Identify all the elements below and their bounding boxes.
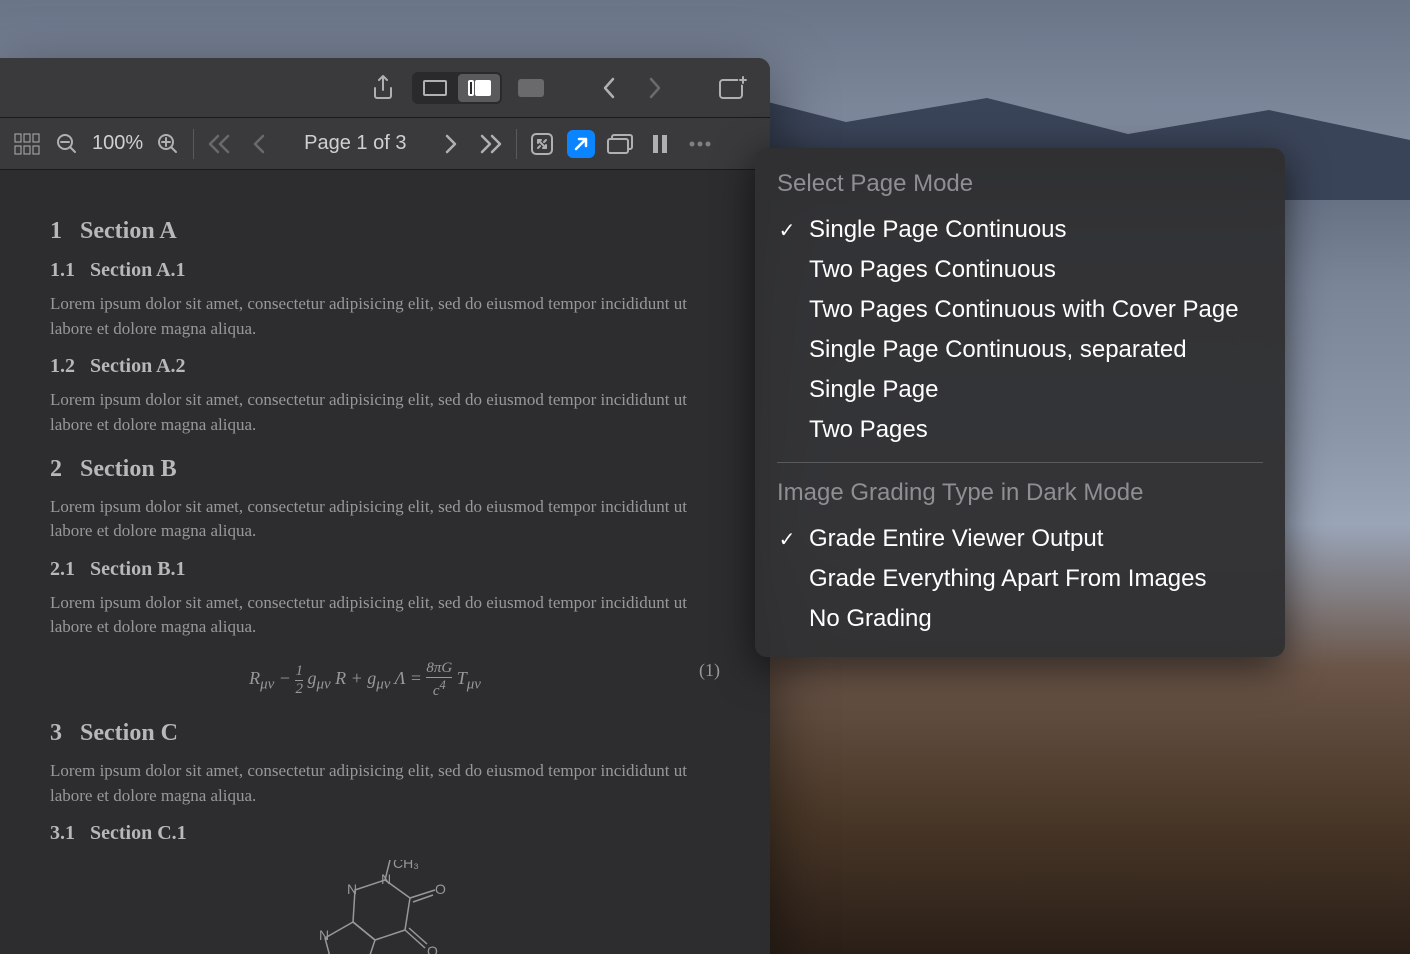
menu-section-header: Select Page Mode bbox=[755, 166, 1285, 210]
menu-item-two-pages[interactable]: Two Pages bbox=[755, 410, 1285, 450]
zoom-level-label: 100% bbox=[92, 132, 143, 155]
view-preset-button[interactable] bbox=[514, 71, 548, 105]
sync-button[interactable] bbox=[527, 129, 557, 159]
body-text: Lorem ipsum dolor sit amet, consectetur … bbox=[50, 388, 720, 437]
next-page-button[interactable] bbox=[436, 129, 466, 159]
svg-text:N: N bbox=[347, 881, 357, 897]
view-mode-segmented bbox=[412, 72, 502, 104]
section-heading: 3 Section C bbox=[50, 720, 720, 747]
svg-text:N: N bbox=[319, 927, 329, 943]
view-sidebar-button[interactable] bbox=[458, 74, 500, 102]
menu-item-grade-entire[interactable]: ✓Grade Entire Viewer Output bbox=[755, 519, 1285, 559]
grid-view-button[interactable] bbox=[12, 129, 42, 159]
menu-item-single-page[interactable]: Single Page bbox=[755, 370, 1285, 410]
section-heading: 1 Section A bbox=[50, 218, 720, 245]
document-content[interactable]: 1 Section A 1.1 Section A.1 Lorem ipsum … bbox=[0, 170, 770, 954]
toolbar-divider bbox=[193, 129, 194, 159]
subsection-heading: 1.2 Section A.2 bbox=[50, 355, 720, 378]
pdf-viewer-window: 100% Page 1 of 3 bbox=[0, 58, 770, 954]
last-page-button[interactable] bbox=[476, 129, 506, 159]
menu-item-single-continuous-separated[interactable]: Single Page Continuous, separated bbox=[755, 330, 1285, 370]
menu-section-header: Image Grading Type in Dark Mode bbox=[755, 475, 1285, 519]
nav-back-button[interactable] bbox=[592, 71, 626, 105]
svg-text:N: N bbox=[381, 871, 391, 887]
body-text: Lorem ipsum dolor sit amet, consectetur … bbox=[50, 591, 720, 640]
subsection-heading: 1.1 Section A.1 bbox=[50, 259, 720, 282]
body-text: Lorem ipsum dolor sit amet, consectetur … bbox=[50, 759, 720, 808]
window-titlebar bbox=[0, 58, 770, 118]
menu-separator bbox=[777, 462, 1263, 463]
molecule-diagram: CH₃ N N O O N N bbox=[50, 860, 720, 954]
svg-text:O: O bbox=[435, 881, 446, 897]
subsection-heading: 3.1 Section C.1 bbox=[50, 822, 720, 845]
external-link-button[interactable] bbox=[567, 130, 595, 158]
zoom-in-button[interactable] bbox=[153, 129, 183, 159]
menu-item-two-continuous-cover[interactable]: Two Pages Continuous with Cover Page bbox=[755, 290, 1285, 330]
nav-forward-button[interactable] bbox=[638, 71, 672, 105]
menu-item-no-grading[interactable]: No Grading bbox=[755, 599, 1285, 639]
check-icon: ✓ bbox=[777, 527, 797, 552]
subsection-heading: 2.1 Section B.1 bbox=[50, 558, 720, 581]
share-button[interactable] bbox=[366, 71, 400, 105]
equation: Rμν − 12 gμν R + gμν Λ = 8πGc4 Tμν (1) bbox=[50, 660, 720, 700]
body-text: Lorem ipsum dolor sit amet, consectetur … bbox=[50, 292, 720, 341]
new-window-button[interactable] bbox=[716, 71, 750, 105]
page-indicator[interactable]: Page 1 of 3 bbox=[284, 132, 426, 155]
window-mode-button[interactable] bbox=[605, 129, 635, 159]
prev-page-button[interactable] bbox=[244, 129, 274, 159]
menu-item-grade-apart-images[interactable]: Grade Everything Apart From Images bbox=[755, 559, 1285, 599]
more-options-button[interactable] bbox=[685, 129, 715, 159]
menu-item-single-continuous[interactable]: ✓Single Page Continuous bbox=[755, 210, 1285, 250]
body-text: Lorem ipsum dolor sit amet, consectetur … bbox=[50, 495, 720, 544]
svg-text:O: O bbox=[427, 943, 438, 954]
section-heading: 2 Section B bbox=[50, 456, 720, 483]
check-icon: ✓ bbox=[777, 218, 797, 243]
toolbar-divider bbox=[516, 129, 517, 159]
pause-button[interactable] bbox=[645, 129, 675, 159]
first-page-button[interactable] bbox=[204, 129, 234, 159]
menu-item-two-continuous[interactable]: Two Pages Continuous bbox=[755, 250, 1285, 290]
viewer-toolbar: 100% Page 1 of 3 bbox=[0, 118, 770, 170]
svg-text:CH₃: CH₃ bbox=[393, 860, 419, 871]
view-single-button[interactable] bbox=[414, 74, 456, 102]
zoom-out-button[interactable] bbox=[52, 129, 82, 159]
page-mode-menu: Select Page Mode ✓Single Page Continuous… bbox=[755, 148, 1285, 657]
